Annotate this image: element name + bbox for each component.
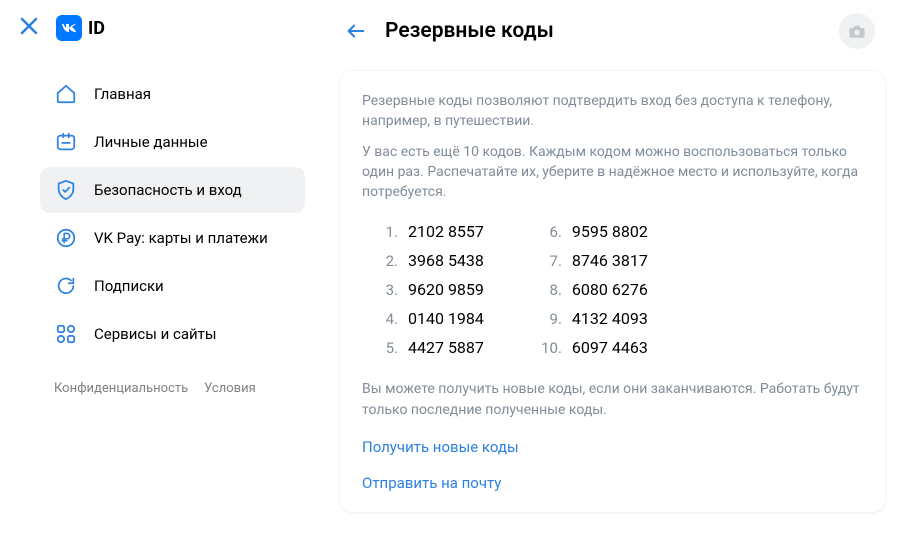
- home-icon: [54, 82, 78, 106]
- code-index: 2.: [370, 252, 398, 270]
- avatar[interactable]: [839, 13, 875, 49]
- code-value: 6097 4463: [572, 338, 648, 357]
- page-title: Резервные коды: [385, 19, 554, 43]
- send-to-email-link[interactable]: Отправить на почту: [362, 474, 863, 492]
- code-item: 3. 9620 9859: [370, 280, 484, 299]
- sidebar-item-vkpay[interactable]: VK Pay: карты и платежи: [40, 215, 305, 261]
- sidebar-item-personal[interactable]: Личные данные: [40, 119, 305, 165]
- sidebar: Главная Личные данные Безопасность и вхо…: [0, 51, 320, 546]
- ruble-icon: [54, 226, 78, 250]
- code-value: 6080 6276: [572, 280, 648, 299]
- sidebar-item-subscriptions[interactable]: Подписки: [40, 263, 305, 309]
- vk-id-logo[interactable]: ID: [56, 15, 105, 41]
- code-item: 5. 4427 5887: [370, 338, 484, 357]
- code-index: 5.: [370, 339, 398, 357]
- close-icon[interactable]: [20, 16, 38, 41]
- sidebar-item-services[interactable]: Сервисы и сайты: [40, 311, 305, 357]
- vk-logo-icon: [56, 15, 82, 41]
- code-item: 8. 6080 6276: [534, 280, 648, 299]
- back-arrow-icon[interactable]: [345, 20, 367, 42]
- privacy-link[interactable]: Конфиденциальность: [54, 381, 188, 396]
- get-new-codes-link[interactable]: Получить новые коды: [362, 438, 863, 456]
- refresh-icon: [54, 274, 78, 298]
- description-text: У вас есть ещё 10 кодов. Каждым кодом мо…: [362, 142, 863, 203]
- code-value: 0140 1984: [408, 309, 484, 328]
- sidebar-item-security[interactable]: Безопасность и вход: [40, 167, 305, 213]
- backup-codes-card: Резервные коды позволяют подтвердить вхо…: [340, 71, 885, 512]
- sidebar-item-label: Личные данные: [94, 133, 208, 151]
- description-text: Резервные коды позволяют подтвердить вхо…: [362, 91, 863, 132]
- code-item: 1. 2102 8557: [370, 222, 484, 241]
- code-index: 8.: [534, 281, 562, 299]
- code-value: 4427 5887: [408, 338, 484, 357]
- code-value: 8746 3817: [572, 251, 648, 270]
- sidebar-item-label: Главная: [94, 85, 151, 103]
- grid-icon: [54, 322, 78, 346]
- code-index: 3.: [370, 281, 398, 299]
- code-item: 10. 6097 4463: [534, 338, 648, 357]
- sidebar-item-label: VK Pay: карты и платежи: [94, 229, 268, 247]
- sidebar-item-label: Сервисы и сайты: [94, 325, 217, 343]
- camera-icon: [848, 23, 866, 39]
- code-value: 2102 8557: [408, 222, 484, 241]
- code-index: 6.: [534, 223, 562, 241]
- sidebar-item-home[interactable]: Главная: [40, 71, 305, 117]
- code-value: 9620 9859: [408, 280, 484, 299]
- code-item: 9. 4132 4093: [534, 309, 648, 328]
- code-item: 7. 8746 3817: [534, 251, 648, 270]
- code-value: 9595 8802: [572, 222, 648, 241]
- code-value: 4132 4093: [572, 309, 648, 328]
- code-index: 9.: [534, 310, 562, 328]
- code-index: 10.: [534, 339, 562, 357]
- code-item: 4. 0140 1984: [370, 309, 484, 328]
- code-item: 6. 9595 8802: [534, 222, 648, 241]
- code-value: 3968 5438: [408, 251, 484, 270]
- code-index: 1.: [370, 223, 398, 241]
- id-label: ID: [88, 18, 105, 39]
- code-index: 4.: [370, 310, 398, 328]
- id-card-icon: [54, 130, 78, 154]
- terms-link[interactable]: Условия: [204, 381, 256, 396]
- sidebar-item-label: Безопасность и вход: [94, 181, 242, 199]
- codes-list: 1. 2102 8557 2. 3968 5438 3. 9620 9859 4. 01…: [370, 222, 863, 357]
- shield-icon: [54, 178, 78, 202]
- description-text: Вы можете получить новые коды, если они …: [362, 379, 863, 420]
- code-index: 7.: [534, 252, 562, 270]
- sidebar-item-label: Подписки: [94, 277, 164, 295]
- code-item: 2. 3968 5438: [370, 251, 484, 270]
